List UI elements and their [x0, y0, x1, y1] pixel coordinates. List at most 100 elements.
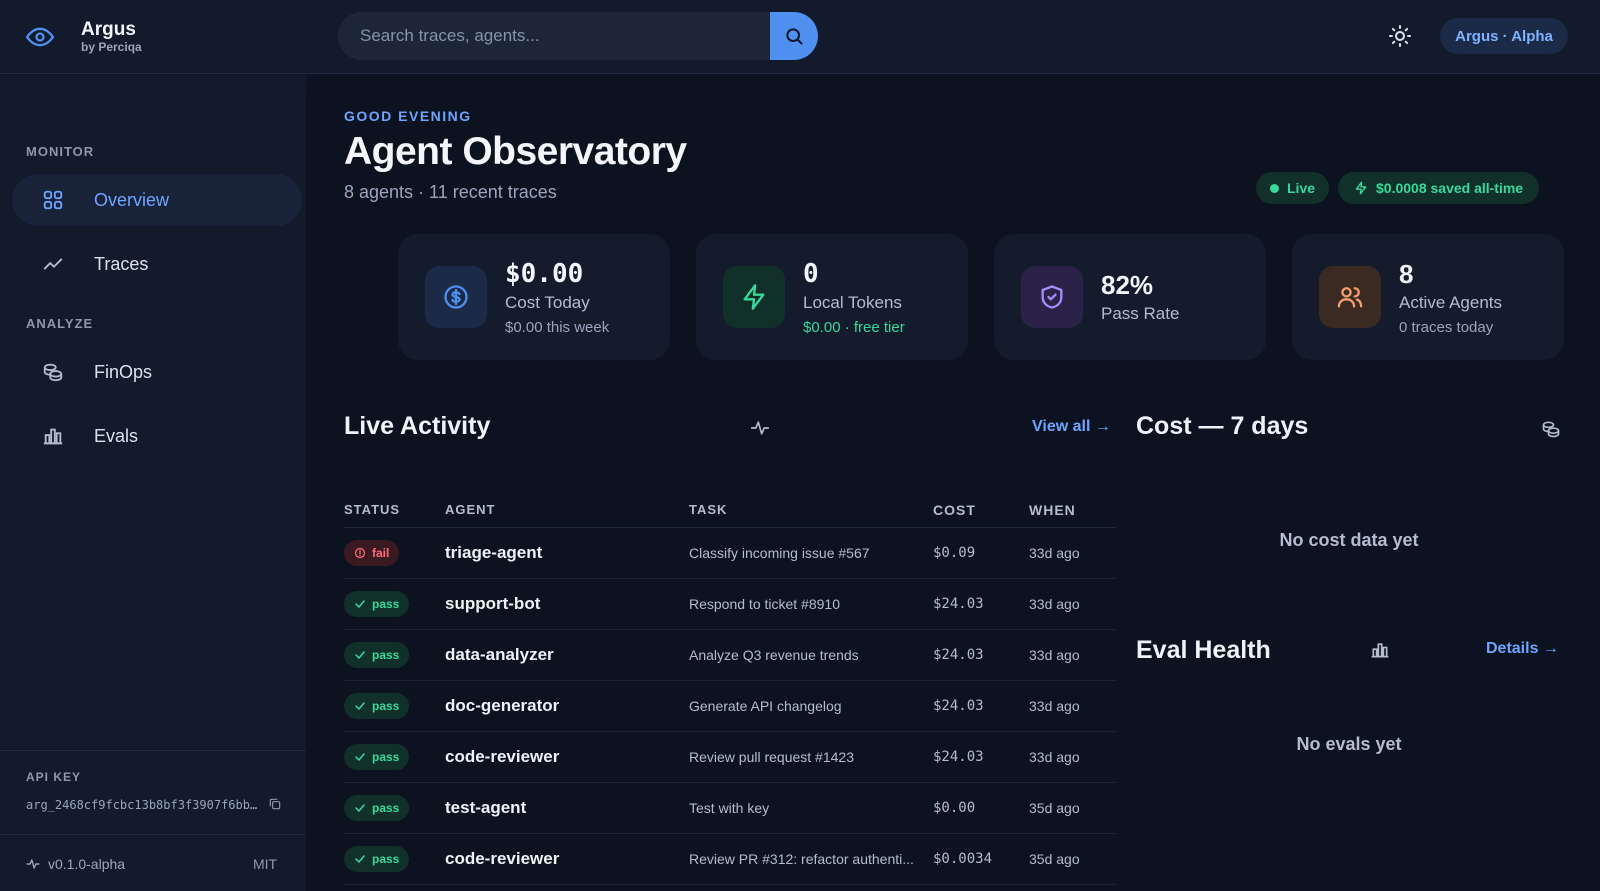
details-link[interactable]: Details →: [1486, 640, 1559, 658]
task-description: Review pull request #1423: [689, 749, 854, 765]
status-label: pass: [372, 801, 400, 815]
table-row[interactable]: pass support-bot Respond to ticket #8910 $2…: [344, 579, 1116, 630]
stat-value: 0: [803, 258, 819, 289]
stat-label: Active Agents: [1399, 292, 1503, 312]
agent-name[interactable]: triage-agent: [445, 543, 689, 563]
live-activity-title: Live Activity: [344, 412, 491, 440]
pulse-icon: [750, 418, 770, 438]
status-label: pass: [372, 648, 400, 662]
column-header: COST: [933, 501, 976, 518]
status-cell: fail: [344, 540, 445, 566]
table-row[interactable]: pass code-reviewer Review PR #312: refacto…: [344, 834, 1116, 885]
check-icon: [354, 598, 366, 610]
sidebar-item-traces[interactable]: Traces: [12, 238, 302, 290]
stat-card-cost-today[interactable]: $0.00 Cost Today $0.00 this week: [398, 234, 670, 360]
stat-card-active-agents[interactable]: 8 Active Agents 0 traces today: [1292, 234, 1564, 360]
status-label: pass: [372, 699, 400, 713]
when-value: 33d ago: [1029, 545, 1080, 561]
activity-table: STATUS AGENT TASK COST WHEN fail triage-a…: [344, 492, 1116, 885]
table-row[interactable]: pass data-analyzer Analyze Q3 revenue tren…: [344, 630, 1116, 681]
stat-card-local-tokens[interactable]: 0 Local Tokens $0.00 · free tier: [696, 234, 968, 360]
cost-empty-state: No cost data yet: [1279, 530, 1419, 550]
cost-value: $24.03: [933, 596, 984, 612]
coins-icon: [42, 361, 64, 383]
coins-icon: [1541, 419, 1561, 439]
sidebar-divider: [0, 834, 306, 835]
search-icon: [784, 26, 804, 46]
copy-icon[interactable]: [268, 797, 282, 811]
status-cell: pass: [344, 591, 445, 617]
sidebar-item-label: Traces: [94, 253, 149, 274]
sidebar-item-label: Evals: [94, 425, 139, 446]
search-button[interactable]: [770, 12, 818, 60]
version-label: v0.1.0-alpha: [26, 856, 125, 872]
bar-chart-icon: [42, 425, 64, 447]
page-title: Agent Observatory: [344, 130, 687, 173]
user-menu-button[interactable]: Argus · Alpha: [1440, 18, 1568, 54]
sidebar-item-label: Overview: [94, 189, 170, 210]
agent-name[interactable]: test-agent: [445, 798, 689, 818]
savings-badge: $0.0008 saved all-time: [1338, 172, 1540, 204]
status-badge: pass: [344, 744, 410, 770]
status-cell: pass: [344, 846, 445, 872]
status-badge: pass: [344, 846, 410, 872]
status-badge: pass: [344, 693, 410, 719]
stat-label: Pass Rate: [1101, 304, 1180, 323]
agent-name[interactable]: doc-generator: [445, 696, 689, 716]
savings-label: $0.0008 saved all-time: [1376, 180, 1524, 196]
sidebar-divider: [0, 750, 306, 751]
sidebar-item-evals[interactable]: Evals: [12, 410, 302, 462]
brand[interactable]: Argus by Perciqa: [26, 20, 142, 54]
search-input[interactable]: [338, 12, 770, 60]
main-content: GOOD EVENING Agent Observatory 8 agents …: [306, 74, 1600, 891]
cost-panel-title: Cost — 7 days: [1136, 412, 1309, 440]
agent-name[interactable]: code-reviewer: [445, 747, 689, 767]
table-row[interactable]: fail triage-agent Classify incoming issue …: [344, 528, 1116, 579]
live-label: Live: [1287, 180, 1316, 196]
section-analyze: ANALYZE: [26, 316, 94, 331]
task-description: Generate API changelog: [689, 698, 842, 714]
users-icon: [1319, 266, 1381, 328]
cost-value: $0.09: [933, 545, 976, 561]
alert-icon: [354, 547, 366, 559]
table-row[interactable]: pass doc-generator Generate API changelog $…: [344, 681, 1116, 732]
view-all-link[interactable]: View all →: [1032, 418, 1111, 436]
live-badge: Live: [1256, 172, 1330, 204]
when-value: 33d ago: [1029, 749, 1080, 765]
eval-empty-state: No evals yet: [1296, 734, 1402, 754]
task-description: Classify incoming issue #567: [689, 545, 870, 561]
when-value: 33d ago: [1029, 698, 1080, 714]
agent-name[interactable]: code-reviewer: [445, 849, 689, 869]
shield-icon: [1021, 266, 1083, 328]
sidebar-item-overview[interactable]: Overview: [12, 174, 302, 226]
stat-label: Local Tokens: [803, 292, 902, 312]
brand-subtitle: by Perciqa: [81, 40, 142, 54]
when-value: 33d ago: [1029, 647, 1080, 663]
check-icon: [354, 853, 366, 865]
agent-name[interactable]: support-bot: [445, 594, 689, 614]
search-bar: [338, 12, 818, 60]
stat-card-pass-rate[interactable]: 82% Pass Rate: [994, 234, 1266, 360]
table-row[interactable]: pass test-agent Test with key $0.00 35d ago: [344, 783, 1116, 834]
pulse-icon: [26, 857, 40, 871]
column-header: AGENT: [445, 502, 496, 517]
when-value: 35d ago: [1029, 800, 1080, 816]
check-icon: [354, 700, 366, 712]
version-text: v0.1.0-alpha: [48, 856, 126, 872]
bolt-icon: [723, 266, 785, 328]
table-row[interactable]: pass code-reviewer Review pull request #14…: [344, 732, 1116, 783]
cost-value: $24.03: [933, 647, 984, 663]
stat-sub: $0.00 · free tier: [803, 318, 905, 336]
sidebar-item-finops[interactable]: FinOps: [12, 346, 302, 398]
task-description: Respond to ticket #8910: [689, 596, 840, 612]
cost-value: $24.03: [933, 749, 984, 765]
when-value: 33d ago: [1029, 596, 1080, 612]
theme-toggle-button[interactable]: [1388, 24, 1412, 48]
status-label: pass: [372, 597, 400, 611]
bar-chart-icon: [1370, 640, 1390, 660]
agent-name[interactable]: data-analyzer: [445, 645, 689, 665]
stat-value: 82%: [1101, 270, 1154, 300]
task-description: Analyze Q3 revenue trends: [689, 647, 859, 663]
api-key-value: arg_2468cf9fcbc13b8bf3f3907f6bb0...: [26, 798, 258, 812]
api-key-label: API KEY: [26, 770, 82, 784]
